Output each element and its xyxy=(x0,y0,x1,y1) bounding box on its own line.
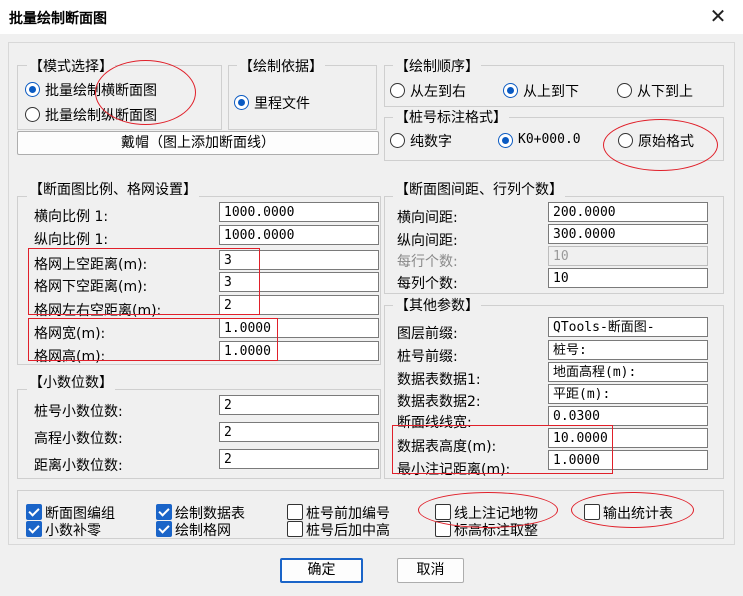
stake-label-k-format: K0+000.0 xyxy=(518,132,581,147)
line-width-input[interactable]: 0.0300 xyxy=(548,406,708,426)
layer-prefix-label: 图层前缀: xyxy=(397,326,458,342)
per-col-input[interactable]: 10 xyxy=(548,268,708,288)
ok-button[interactable]: 确定 xyxy=(280,558,363,583)
stake-prefix-input[interactable]: 桩号: xyxy=(548,340,708,360)
order-label-ttb: 从上到下 xyxy=(523,84,579,100)
stake-label-numeric: 纯数字 xyxy=(410,134,452,150)
stake-decimals-label: 桩号小数位数: xyxy=(34,404,123,420)
annotation-oval-mode xyxy=(95,60,196,125)
v-spacing-input[interactable]: 300.0000 xyxy=(548,224,708,244)
basis-group-title: 【绘制依据】 xyxy=(237,56,325,76)
annotation-box-table-params xyxy=(392,425,613,474)
v-scale-label: 纵向比例 1: xyxy=(34,232,109,248)
annotation-oval-annotate-features xyxy=(418,492,558,528)
close-icon[interactable]: ✕ xyxy=(706,4,730,28)
table-data2-label: 数据表数据2: xyxy=(397,394,481,410)
check-pad-zeros[interactable] xyxy=(26,521,42,537)
order-label-btt: 从下到上 xyxy=(637,84,693,100)
mode-group-title: 【模式选择】 xyxy=(27,56,115,76)
stake-decimals-input[interactable]: 2 xyxy=(219,395,379,415)
elev-decimals-input[interactable]: 2 xyxy=(219,422,379,442)
mode-radio-cross[interactable] xyxy=(25,82,40,97)
annotation-box-grid-margins xyxy=(28,248,260,315)
table-data1-label: 数据表数据1: xyxy=(397,372,481,388)
order-group-title: 【绘制顺序】 xyxy=(393,56,481,76)
dist-decimals-label: 距离小数位数: xyxy=(34,458,123,474)
scale-grid-title: 【断面图比例、格网设置】 xyxy=(27,179,199,199)
check-draw-table[interactable] xyxy=(156,504,172,520)
spacing-title: 【断面图间距、行列个数】 xyxy=(393,179,565,199)
h-spacing-label: 横向间距: xyxy=(397,210,458,226)
table-data2-input[interactable]: 平距(m): xyxy=(548,384,708,404)
annotation-box-grid-size xyxy=(28,318,278,361)
order-radio-ltr[interactable] xyxy=(390,83,405,98)
h-spacing-input[interactable]: 200.0000 xyxy=(548,202,708,222)
basis-radio-mileage[interactable] xyxy=(234,95,249,110)
check-group-sections[interactable] xyxy=(26,504,42,520)
mode-radio-longitudinal[interactable] xyxy=(25,107,40,122)
order-label-ltr: 从左到右 xyxy=(410,84,466,100)
label-stake-mid-height: 桩号后加中高 xyxy=(306,523,390,539)
per-row-input[interactable]: 10 xyxy=(548,246,708,266)
title-bar: 批量绘制断面图 ✕ xyxy=(0,0,743,34)
layer-prefix-input[interactable]: QTools-断面图- xyxy=(548,317,708,337)
h-scale-label: 横向比例 1: xyxy=(34,209,109,225)
annotation-oval-output-stats xyxy=(571,492,694,528)
h-scale-input[interactable]: 1000.0000 xyxy=(219,202,379,222)
dist-decimals-input[interactable]: 2 xyxy=(219,449,379,469)
check-stake-number-prefix[interactable] xyxy=(287,504,303,520)
per-row-label: 每行个数: xyxy=(397,254,458,270)
cap-button[interactable]: 戴帽（图上添加断面线） xyxy=(17,131,379,155)
stake-format-title: 【桩号标注格式】 xyxy=(393,107,509,127)
window-title: 批量绘制断面图 xyxy=(9,11,107,27)
stake-radio-numeric[interactable] xyxy=(390,133,405,148)
order-radio-ttb[interactable] xyxy=(503,83,518,98)
elev-decimals-label: 高程小数位数: xyxy=(34,431,123,447)
per-col-label: 每列个数: xyxy=(397,276,458,292)
table-data1-input[interactable]: 地面高程(m): xyxy=(548,362,708,382)
label-pad-zeros: 小数补零 xyxy=(45,523,101,539)
label-draw-grid: 绘制格网 xyxy=(175,523,231,539)
decimals-title: 【小数位数】 xyxy=(27,372,115,392)
stake-radio-k-format[interactable] xyxy=(498,133,513,148)
other-title: 【其他参数】 xyxy=(393,295,481,315)
annotation-oval-original-format xyxy=(603,119,718,171)
v-spacing-label: 纵向间距: xyxy=(397,233,458,249)
basis-label-mileage: 里程文件 xyxy=(254,96,310,112)
stake-prefix-label: 桩号前缀: xyxy=(397,349,458,365)
order-radio-btt[interactable] xyxy=(617,83,632,98)
check-stake-mid-height[interactable] xyxy=(287,521,303,537)
v-scale-input[interactable]: 1000.0000 xyxy=(219,225,379,245)
cancel-button[interactable]: 取消 xyxy=(397,558,464,583)
check-draw-grid[interactable] xyxy=(156,521,172,537)
